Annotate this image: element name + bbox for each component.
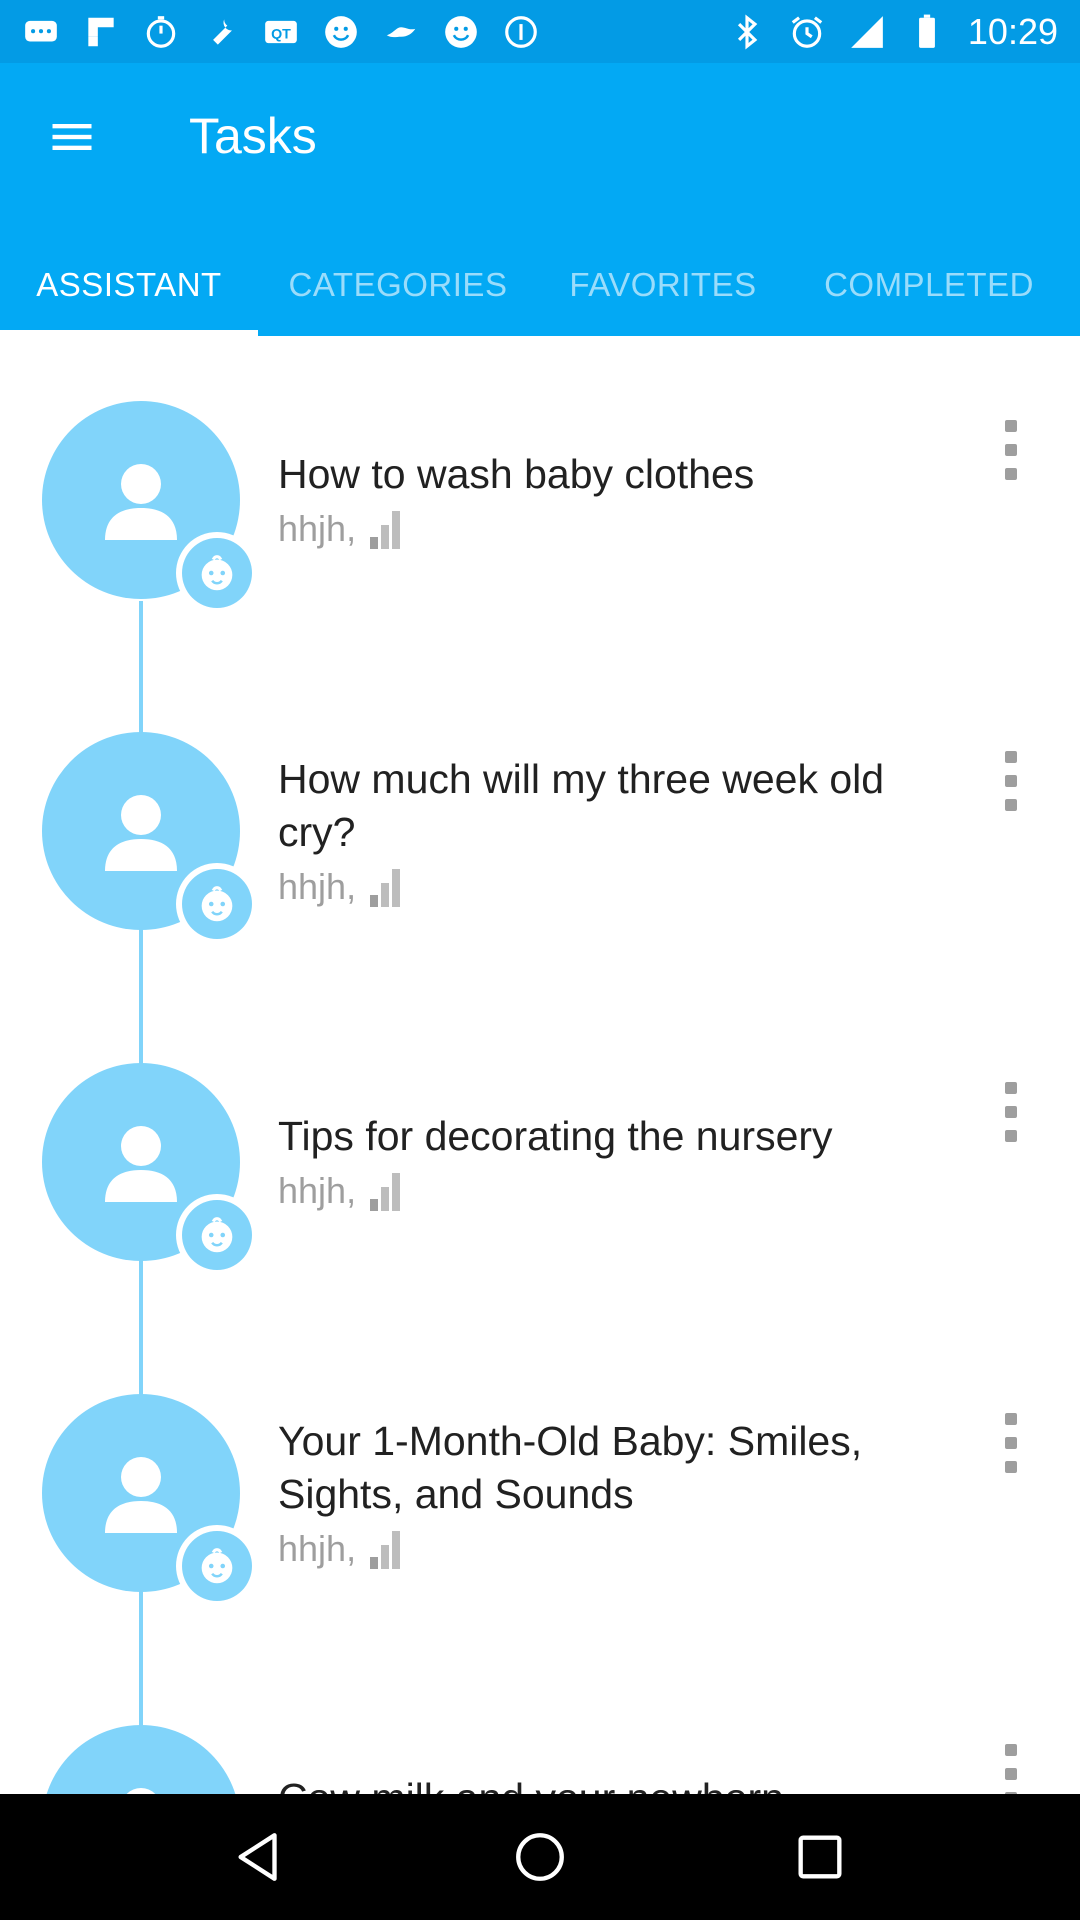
app-bar: Tasks ASSISTANT CATEGORIES FAVORITES COM…: [0, 63, 1080, 336]
svg-text:QT: QT: [271, 26, 291, 42]
list-item[interactable]: Your 1-Month-Old Baby: Smiles, Sights, a…: [0, 1329, 1080, 1660]
baby-badge: [176, 1194, 258, 1276]
baby-face-icon: [201, 555, 233, 591]
timer-icon: [142, 13, 180, 51]
task-meta-text: hhjh,: [278, 1170, 357, 1211]
tab-assistant[interactable]: ASSISTANT: [0, 233, 258, 336]
back-button[interactable]: [220, 1817, 300, 1897]
recents-icon: [798, 1835, 842, 1879]
difficulty-bars-icon: [370, 1531, 401, 1569]
task-list: How to wash baby clothes hhjh, How much …: [0, 336, 1080, 1794]
hamburger-menu-icon: [52, 124, 92, 150]
person-icon: [105, 795, 177, 871]
bird-icon: [382, 13, 420, 51]
bluetooth-icon: [728, 13, 766, 51]
more-options-button[interactable]: [996, 1413, 1026, 1473]
task-meta-text: hhjh,: [278, 508, 357, 549]
task-meta-text: hhjh,: [278, 866, 357, 907]
qt-icon: QT: [262, 13, 300, 51]
notification-icons: QT: [22, 13, 540, 51]
difficulty-bars-icon: [370, 511, 401, 549]
wrench-icon: [202, 13, 240, 51]
task-title: Your 1-Month-Old Baby: Smiles, Sights, a…: [278, 1418, 863, 1517]
status-bar: QT 10:29: [0, 0, 1080, 63]
system-icons: 10:29: [728, 11, 1058, 53]
baby-badge: [176, 1525, 258, 1607]
person-icon: [105, 464, 177, 540]
home-icon: [516, 1833, 564, 1881]
baby-face-icon: [201, 886, 233, 922]
clock: 10:29: [967, 10, 1058, 52]
difficulty-bars-icon: [370, 869, 401, 907]
task-title: Cow milk and your newborn: [278, 1772, 968, 1794]
signal-icon: [848, 13, 886, 51]
recents-button[interactable]: [780, 1817, 860, 1897]
messages-icon: [22, 13, 60, 51]
more-options-button[interactable]: [996, 1082, 1026, 1142]
baby-face-icon: [201, 1548, 233, 1584]
alarm-icon: [788, 13, 826, 51]
flipboard-icon: [82, 13, 120, 51]
list-item[interactable]: How to wash baby clothes hhjh,: [0, 336, 1080, 667]
person-icon: [126, 1788, 156, 1794]
person-icon: [105, 1457, 177, 1533]
battery-icon: [908, 13, 946, 51]
task-title: How much will my three week old cry?: [278, 756, 885, 855]
more-options-button[interactable]: [996, 751, 1026, 811]
task-meta: hhjh,: [278, 1170, 402, 1212]
avatar: [42, 1725, 240, 1794]
task-meta: hhjh,: [278, 866, 402, 908]
task-meta-text: hhjh,: [278, 1528, 357, 1569]
more-options-button[interactable]: [996, 420, 1026, 480]
more-options-button[interactable]: [996, 1744, 1026, 1794]
tab-completed[interactable]: COMPLETED: [788, 233, 1070, 336]
system-nav-bar: [0, 1794, 1080, 1920]
page-title: Tasks: [189, 108, 317, 164]
difficulty-bars-icon: [370, 1173, 401, 1211]
tab-bar: ASSISTANT CATEGORIES FAVORITES COMPLETED: [0, 233, 1080, 336]
back-icon: [238, 1833, 277, 1881]
task-title: Tips for decorating the nursery: [278, 1113, 833, 1159]
task-title: How to wash baby clothes: [278, 451, 755, 497]
smiley-icon: [322, 13, 360, 51]
task-meta: hhjh,: [278, 508, 402, 550]
task-meta: hhjh,: [278, 1528, 402, 1570]
menu-button[interactable]: [40, 105, 104, 169]
tab-favorites[interactable]: FAVORITES: [538, 233, 788, 336]
baby-badge: [176, 532, 258, 614]
person-icon: [105, 1126, 177, 1202]
baby-badge: [176, 863, 258, 945]
info-icon: [502, 13, 540, 51]
tab-categories[interactable]: CATEGORIES: [258, 233, 538, 336]
list-item[interactable]: Tips for decorating the nursery hhjh,: [0, 998, 1080, 1329]
list-item[interactable]: Cow milk and your newborn: [0, 1660, 1080, 1794]
home-button[interactable]: [500, 1817, 580, 1897]
list-item[interactable]: How much will my three week old cry? hhj…: [0, 667, 1080, 998]
baby-face-icon: [201, 1217, 233, 1253]
smiley-icon: [442, 13, 480, 51]
